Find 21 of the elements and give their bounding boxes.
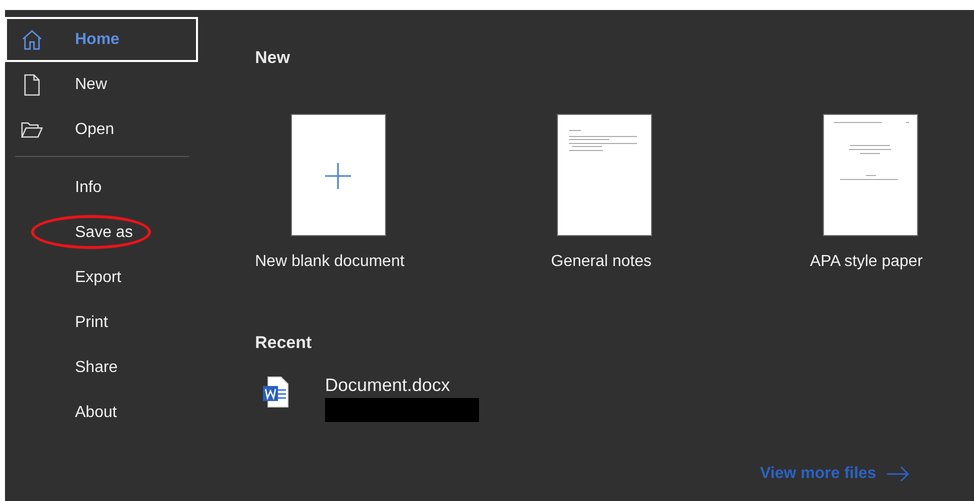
sidebar-item[interactable]: Export bbox=[5, 255, 198, 300]
sidebar-item[interactable]: Print bbox=[5, 300, 198, 345]
sidebar-item[interactable]: New bbox=[5, 62, 198, 107]
word-document-icon bbox=[261, 375, 291, 409]
paper-template-thumbnail[interactable] bbox=[823, 114, 918, 236]
sidebar-item[interactable]: Share bbox=[5, 345, 198, 390]
arrow-right-icon bbox=[886, 466, 910, 482]
sidebar-item[interactable]: Open bbox=[5, 107, 198, 152]
home-icon bbox=[21, 28, 43, 50]
template-label: General notes bbox=[551, 253, 652, 271]
template-label: APA style paper bbox=[810, 253, 923, 271]
section-heading: New bbox=[255, 48, 291, 68]
sidebar-item[interactable]: Home bbox=[5, 17, 198, 62]
file-name[interactable]: Document.docx bbox=[325, 375, 479, 396]
blank-document-thumbnail[interactable] bbox=[291, 114, 386, 236]
sidebar-item[interactable]: Info bbox=[5, 165, 198, 210]
template-label: New blank document bbox=[255, 253, 404, 271]
sidebar-item[interactable]: Save as bbox=[5, 210, 198, 255]
sidebar-item[interactable]: About bbox=[5, 390, 198, 435]
notes-template-thumbnail[interactable] bbox=[557, 114, 652, 236]
section-heading: Recent bbox=[255, 333, 313, 353]
